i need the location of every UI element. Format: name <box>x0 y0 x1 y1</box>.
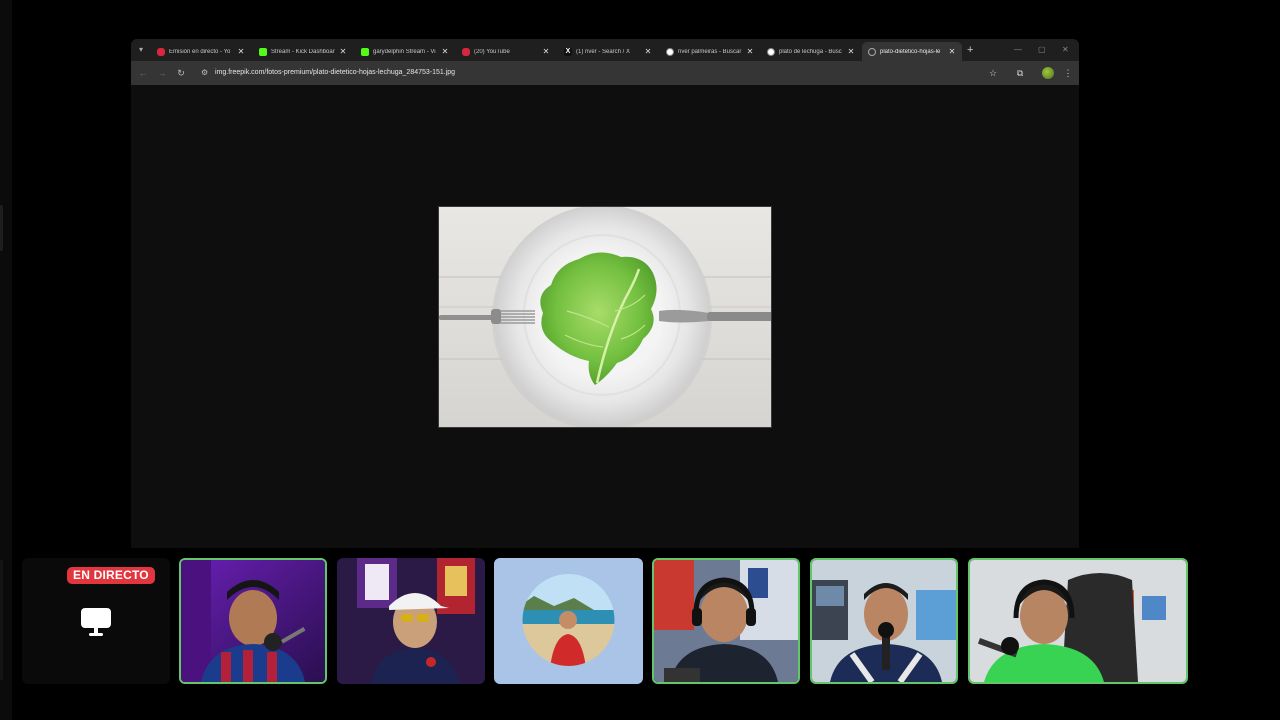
page-content <box>131 85 1079 548</box>
participant-video <box>970 560 1186 682</box>
tab-search-chevron-icon[interactable]: ▾ <box>134 43 148 57</box>
participant-tile-3[interactable] <box>494 558 643 684</box>
tab-7-active[interactable]: plato-dietetico-hojas-le ✕ <box>862 42 962 61</box>
close-icon[interactable]: ✕ <box>237 47 245 56</box>
window-close-icon[interactable]: ✕ <box>1062 43 1069 57</box>
close-icon[interactable]: ✕ <box>441 47 449 56</box>
youtube-icon <box>157 47 165 56</box>
lettuce-plate-image[interactable] <box>438 206 772 428</box>
profile-avatar[interactable] <box>1042 67 1054 79</box>
reload-icon[interactable]: ↻ <box>174 66 188 80</box>
close-icon[interactable]: ✕ <box>644 47 652 56</box>
close-icon[interactable]: ✕ <box>746 47 754 56</box>
tab-title: (1) river - Search / X <box>576 48 631 55</box>
participant-video <box>181 560 325 682</box>
participant-tile-6[interactable] <box>968 558 1188 684</box>
google-icon <box>666 47 674 56</box>
tab-bar: ▾ Emisión en directo - Yo ✕ Stream - Kic… <box>131 39 1079 61</box>
globe-icon <box>868 47 876 56</box>
minimize-icon[interactable]: — <box>1014 43 1022 57</box>
back-arrow-icon[interactable]: ← <box>136 66 150 80</box>
tab-1[interactable]: Stream - Kick Dashboard ✕ <box>253 42 353 61</box>
address-bar[interactable]: ⚙ img.freepik.com/fotos-premium/plato-di… <box>195 64 1009 82</box>
left-edge-panel <box>0 0 12 720</box>
new-tab-button[interactable]: + <box>967 43 973 57</box>
tab-title: river palmeiras - Buscar <box>678 48 742 55</box>
tab-title: garydelphin Stream - Vi <box>373 48 436 55</box>
tab-title: plato de lechuga - Busc <box>779 48 842 55</box>
close-icon[interactable]: ✕ <box>542 47 550 56</box>
site-info-icon[interactable]: ⚙ <box>201 68 208 78</box>
tab-title: Stream - Kick Dashboard <box>271 48 335 55</box>
tab-5[interactable]: river palmeiras - Buscar ✕ <box>660 42 760 61</box>
participant-tile-4[interactable] <box>652 558 800 684</box>
extensions-icon[interactable]: ⧉ <box>1013 66 1027 80</box>
youtube-icon <box>462 47 470 56</box>
url-text[interactable]: img.freepik.com/fotos-premium/plato-diet… <box>215 64 455 82</box>
participant-tile-2[interactable] <box>337 558 485 684</box>
participant-avatar <box>494 558 643 684</box>
tab-2[interactable]: garydelphin Stream - Vi ✕ <box>355 42 455 61</box>
tab-6[interactable]: plato de lechuga - Busc ✕ <box>761 42 861 61</box>
tab-title: (20) YouTube <box>474 48 510 55</box>
tab-title: plato-dietetico-hojas-le <box>880 48 941 55</box>
participant-video <box>654 560 798 682</box>
google-icon <box>767 47 775 56</box>
x-icon: X <box>564 47 572 56</box>
tab-3[interactable]: (20) YouTube ✕ <box>456 42 556 61</box>
close-icon[interactable]: ✕ <box>339 47 347 56</box>
tab-0[interactable]: Emisión en directo - Yo ✕ <box>151 42 251 61</box>
tab-4[interactable]: X (1) river - Search / X ✕ <box>558 42 658 61</box>
edge-panel-divider <box>0 560 3 680</box>
participant-tile-1[interactable] <box>179 558 327 684</box>
lettuce-plate-illustration <box>439 207 771 427</box>
tab-title: Emisión en directo - Yo <box>169 48 231 55</box>
kick-icon <box>361 47 369 56</box>
more-menu-icon[interactable]: ⋮ <box>1061 66 1075 80</box>
browser-window: ▾ Emisión en directo - Yo ✕ Stream - Kic… <box>131 39 1079 548</box>
participant-tile-5[interactable] <box>810 558 958 684</box>
maximize-icon[interactable]: ▢ <box>1038 43 1046 57</box>
browser-toolbar: ← → ↻ ⚙ img.freepik.com/fotos-premium/pl… <box>131 61 1079 85</box>
monitor-icon <box>80 606 112 643</box>
close-icon[interactable]: ✕ <box>948 47 956 56</box>
screen-share-tile[interactable]: EN DIRECTO <box>22 558 170 684</box>
forward-arrow-icon[interactable]: → <box>155 66 169 80</box>
participant-video <box>812 560 956 682</box>
kick-icon <box>259 47 267 56</box>
live-badge: EN DIRECTO <box>67 567 155 584</box>
bookmark-star-icon[interactable]: ☆ <box>986 66 1000 80</box>
edge-handle[interactable] <box>0 205 3 251</box>
participant-video <box>337 558 485 684</box>
close-icon[interactable]: ✕ <box>847 47 855 56</box>
